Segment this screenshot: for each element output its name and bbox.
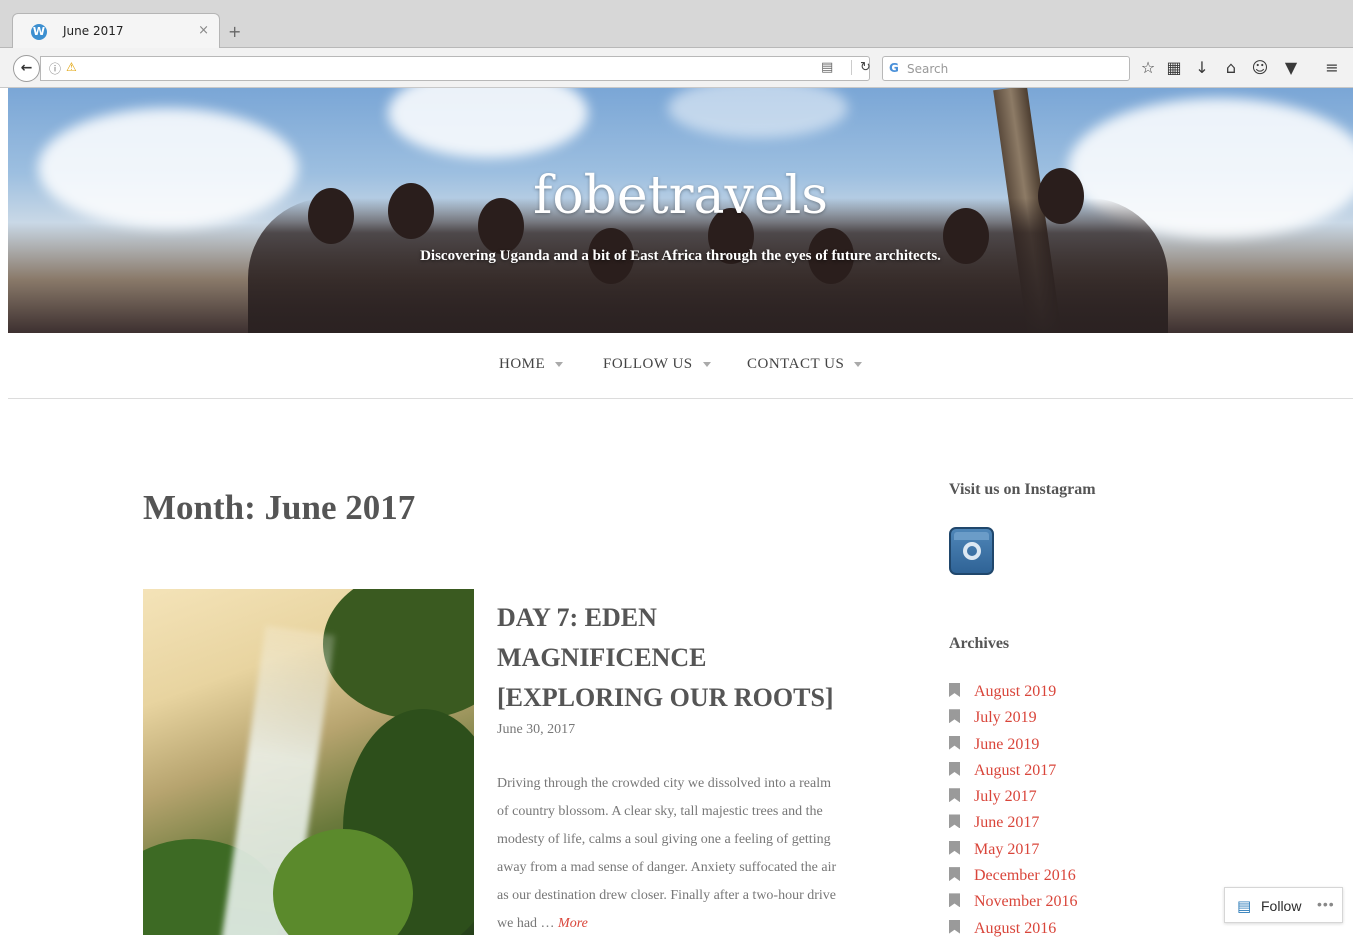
archive-link[interactable]: August 2016	[974, 920, 1056, 937]
nav-item-contact-us[interactable]: CONTACT US	[747, 356, 863, 373]
download-icon[interactable]: ↓	[1192, 58, 1212, 77]
bookmark-icon	[949, 840, 960, 855]
menu-icon[interactable]: ≡	[1322, 58, 1342, 77]
archive-item: November 2016	[949, 893, 1078, 919]
archive-link[interactable]: May 2017	[974, 841, 1039, 858]
follow-icon: ▤	[1237, 897, 1252, 915]
page-title: Month: June 2017	[143, 488, 416, 527]
browser-toolbar: ← ⓘ ⚠ ▤ ↻ G Search ☆ ▦ ↓ ⌂ ☺ ▼ ≡	[0, 48, 1353, 88]
lock-warning-icon[interactable]: ⚠	[66, 60, 77, 74]
instagram-icon[interactable]	[949, 527, 994, 575]
search-placeholder: Search	[907, 62, 949, 76]
instagram-widget-title: Visit us on Instagram	[949, 481, 1096, 498]
pocket-icon[interactable]: ▼	[1281, 58, 1301, 77]
site-tagline: Discovering Uganda and a bit of East Afr…	[420, 248, 941, 264]
archive-link[interactable]: August 2017	[974, 762, 1056, 779]
archive-item: August 2019	[949, 683, 1078, 709]
cloud	[388, 88, 588, 158]
home-icon[interactable]: ⌂	[1221, 58, 1241, 77]
archive-link[interactable]: July 2017	[974, 788, 1037, 805]
wordpress-favicon-icon: W	[31, 24, 47, 40]
archive-item: June 2017	[949, 814, 1078, 840]
archive-item: May 2017	[949, 840, 1078, 867]
reload-icon[interactable]: ↻	[851, 60, 871, 75]
bookmark-icon	[949, 867, 960, 882]
search-engine-icon[interactable]: G	[889, 61, 899, 75]
chat-icon[interactable]: ☺	[1250, 58, 1270, 77]
archive-link[interactable]: November 2016	[974, 893, 1078, 910]
bookmark-icon	[949, 709, 960, 724]
archive-list: August 2019 July 2019 June 2019 August 2…	[949, 683, 1078, 946]
browser-tab-strip: W June 2017 × +	[0, 0, 1353, 48]
bookmark-icon	[949, 683, 960, 697]
archive-item: December 2016	[949, 867, 1078, 893]
post-excerpt: Driving through the crowded city we diss…	[497, 770, 842, 938]
chevron-down-icon	[555, 362, 564, 368]
instagram-lens	[963, 542, 981, 560]
archive-item: August 2016	[949, 919, 1078, 946]
nav-item-home[interactable]: HOME	[499, 356, 564, 373]
nav-item-follow-us[interactable]: FOLLOW US	[603, 356, 711, 373]
post-excerpt-text: Driving through the crowded city we diss…	[497, 776, 837, 931]
nav-item-label: CONTACT US	[747, 356, 845, 372]
foliage	[323, 589, 474, 719]
instagram-icon-top	[954, 532, 989, 540]
more-link[interactable]: More	[558, 916, 588, 931]
site-title[interactable]: fobetravels	[8, 166, 1353, 226]
bookmark-star-icon[interactable]: ☆	[1138, 58, 1158, 77]
tab-close-icon[interactable]: ×	[198, 23, 209, 38]
archive-item: July 2017	[949, 788, 1078, 814]
post-date[interactable]: June 30, 2017	[497, 722, 575, 738]
post-title[interactable]: DAY 7: EDEN MAGNIFICENCE [EXPLORING OUR …	[497, 598, 857, 718]
follow-label: Follow	[1261, 898, 1302, 914]
new-tab-icon[interactable]: +	[228, 22, 241, 41]
post-featured-image[interactable]	[143, 589, 474, 935]
bookmark-icon	[949, 788, 960, 803]
archive-item: June 2019	[949, 735, 1078, 762]
search-input[interactable]: G Search	[882, 56, 1130, 81]
bookmark-icon	[949, 735, 960, 750]
chevron-down-icon	[854, 362, 863, 368]
bookmark-icon	[949, 893, 960, 908]
archive-link[interactable]: July 2019	[974, 709, 1037, 726]
archive-link[interactable]: June 2017	[974, 814, 1039, 831]
follow-button[interactable]: ▤ Follow •••	[1224, 887, 1343, 923]
archive-link[interactable]: August 2019	[974, 683, 1056, 700]
archive-item: July 2019	[949, 709, 1078, 735]
archive-link[interactable]: June 2019	[974, 736, 1039, 753]
reader-view-icon[interactable]: ▤	[821, 60, 833, 75]
more-options-icon[interactable]: •••	[1317, 896, 1335, 912]
reading-list-icon[interactable]: ▦	[1164, 58, 1184, 77]
tab-title: June 2017	[63, 24, 124, 38]
cloud	[668, 88, 848, 138]
archive-item: August 2017	[949, 761, 1078, 788]
info-icon[interactable]: ⓘ	[49, 60, 61, 77]
bookmark-icon	[949, 761, 960, 776]
archive-link[interactable]: December 2016	[974, 867, 1076, 884]
browser-tab[interactable]: W June 2017 ×	[12, 13, 220, 48]
nav-item-label: HOME	[499, 356, 546, 372]
back-arrow-icon[interactable]: ←	[13, 55, 40, 82]
chevron-down-icon	[702, 362, 711, 368]
archives-widget-title: Archives	[949, 635, 1010, 652]
main-navigation: HOME FOLLOW US CONTACT US	[8, 333, 1353, 399]
nav-item-label: FOLLOW US	[603, 356, 693, 372]
site-header-image: fobetravels Discovering Uganda and a bit…	[8, 88, 1353, 333]
address-bar[interactable]: ⓘ ⚠ ▤ ↻	[40, 56, 871, 81]
bookmark-icon	[949, 919, 960, 934]
bookmark-icon	[949, 814, 960, 829]
